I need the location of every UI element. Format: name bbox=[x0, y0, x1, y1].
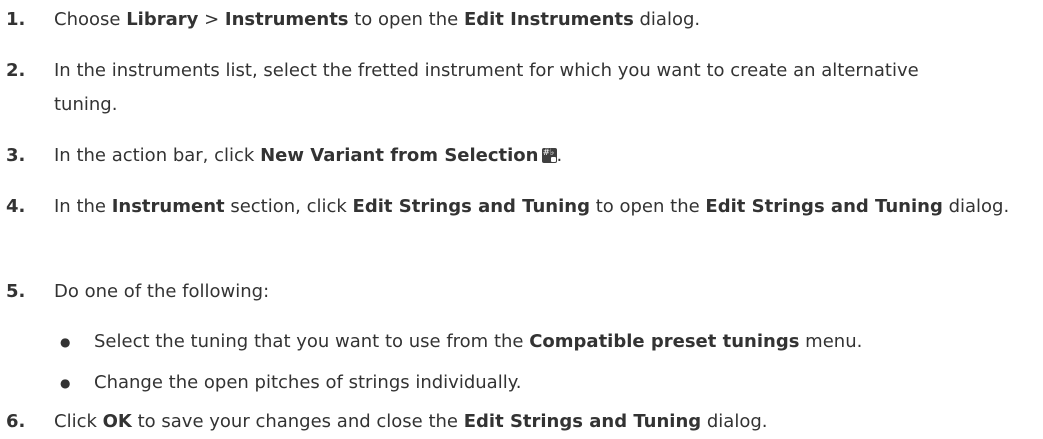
menu-library: Library bbox=[126, 9, 199, 30]
step-text: In the instruments list, select the fret… bbox=[54, 60, 919, 115]
bullet-icon: ● bbox=[60, 335, 71, 349]
dialog-name: Edit Strings and Tuning bbox=[463, 411, 702, 432]
button-name: Edit Strings and Tuning bbox=[352, 196, 590, 217]
step-number: 4. bbox=[6, 196, 26, 217]
dialog-name: Edit Strings and Tuning bbox=[705, 196, 943, 217]
step-number: 3. bbox=[6, 145, 26, 166]
step-1: 1. Choose Library > Instruments to open … bbox=[0, 3, 1040, 37]
sub-item-text: Select the tuning that you want to use f… bbox=[94, 331, 863, 352]
step-text: In the action bar, click New Variant fro… bbox=[54, 139, 1040, 173]
step-text: Click OK to save your changes and close … bbox=[54, 411, 768, 432]
menu-instruments: Instruments bbox=[224, 9, 349, 30]
step-number: 5. bbox=[6, 281, 26, 302]
step-text: In the Instrument section, click Edit St… bbox=[54, 196, 1010, 217]
section-name: Instrument bbox=[111, 196, 225, 217]
step-4: 4. In the Instrument section, click Edit… bbox=[0, 190, 1040, 224]
step-3: 3. In the action bar, click New Variant … bbox=[0, 139, 1040, 173]
sub-item-2: ● Change the open pitches of strings ind… bbox=[0, 366, 1040, 400]
menu-name: Compatible preset tunings bbox=[529, 331, 800, 352]
new-variant-from-selection-icon bbox=[541, 147, 557, 163]
step-2: 2. In the instruments list, select the f… bbox=[0, 54, 1040, 122]
step-number: 2. bbox=[6, 60, 26, 81]
step-5: 5. Do one of the following: bbox=[0, 275, 1040, 309]
instruction-steps: 1. Choose Library > Instruments to open … bbox=[0, 0, 1043, 435]
bullet-icon: ● bbox=[60, 376, 71, 390]
button-name: OK bbox=[102, 411, 132, 432]
step-6: 6. Click OK to save your changes and clo… bbox=[0, 405, 1040, 439]
sub-item-text: Change the open pitches of strings indiv… bbox=[94, 372, 522, 393]
step-text: Do one of the following: bbox=[54, 281, 270, 302]
step-text: Choose Library > Instruments to open the… bbox=[54, 9, 701, 30]
action-name: New Variant from Selection bbox=[260, 145, 539, 166]
step-number: 1. bbox=[6, 9, 26, 30]
step-number: 6. bbox=[6, 411, 26, 432]
dialog-name: Edit Instruments bbox=[463, 9, 634, 30]
sub-item-1: ● Select the tuning that you want to use… bbox=[0, 325, 1040, 359]
